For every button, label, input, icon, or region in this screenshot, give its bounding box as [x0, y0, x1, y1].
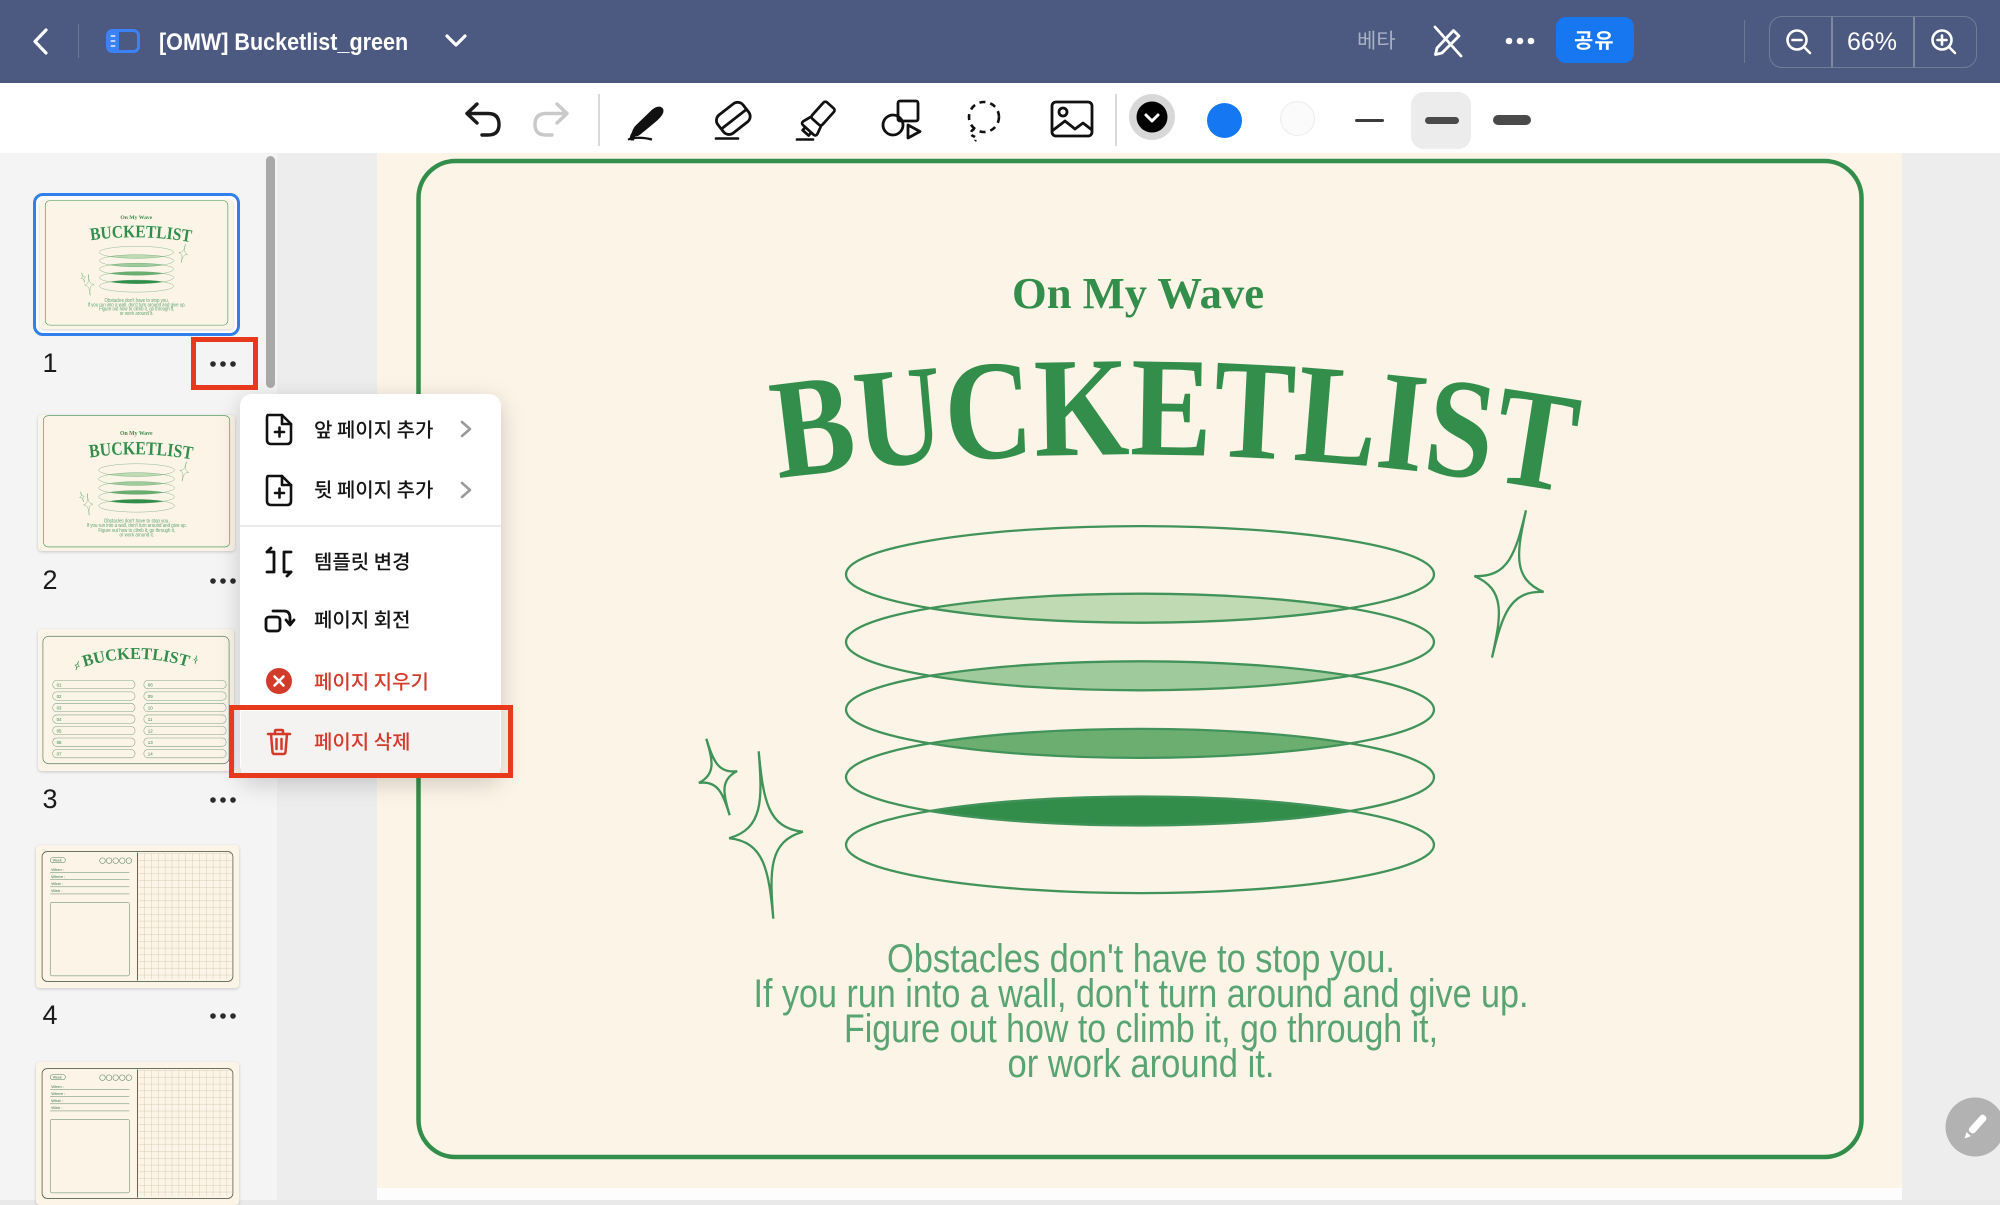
- svg-text:What :: What :: [51, 881, 63, 886]
- svg-text:On My Wave: On My Wave: [120, 431, 153, 437]
- svg-text:Where :: Where :: [51, 1091, 65, 1096]
- svg-text:When :: When :: [51, 867, 64, 872]
- svg-text:Week: Week: [53, 858, 62, 862]
- svg-text:03: 03: [57, 706, 62, 711]
- svg-text:On My Wave: On My Wave: [1012, 269, 1264, 318]
- svg-text:10: 10: [148, 706, 153, 711]
- svg-text:12: 12: [148, 729, 153, 734]
- svg-text:13: 13: [148, 740, 153, 745]
- svg-text:BUCKETLIST: BUCKETLIST: [89, 221, 194, 246]
- svg-text:11: 11: [148, 717, 153, 722]
- svg-text:When :: When :: [51, 1084, 64, 1089]
- svg-text:02: 02: [57, 694, 62, 699]
- svg-text:BUCKETLIST: BUCKETLIST: [80, 644, 192, 671]
- svg-text:BUCKETLIST: BUCKETLIST: [88, 438, 195, 464]
- svg-text:Wish :: Wish :: [51, 888, 62, 893]
- svg-text:On My Wave: On My Wave: [120, 215, 152, 221]
- svg-text:or work around it.: or work around it.: [119, 532, 153, 538]
- svg-text:or work around it.: or work around it.: [120, 311, 154, 317]
- svg-text:or work around it.: or work around it.: [1008, 1042, 1275, 1086]
- svg-text:14: 14: [148, 752, 153, 757]
- svg-text:Where :: Where :: [51, 874, 65, 879]
- svg-text:08: 08: [148, 683, 153, 688]
- svg-text:04: 04: [57, 717, 62, 722]
- svg-text:BUCKETLIST: BUCKETLIST: [763, 327, 1589, 523]
- svg-text:05: 05: [57, 729, 62, 734]
- svg-text:What :: What :: [51, 1098, 63, 1103]
- svg-text:07: 07: [57, 752, 62, 757]
- svg-text:Week: Week: [53, 1075, 62, 1079]
- svg-text:01: 01: [57, 683, 62, 688]
- svg-text:09: 09: [148, 694, 153, 699]
- svg-text:Wish :: Wish :: [51, 1105, 62, 1110]
- svg-text:06: 06: [57, 740, 62, 745]
